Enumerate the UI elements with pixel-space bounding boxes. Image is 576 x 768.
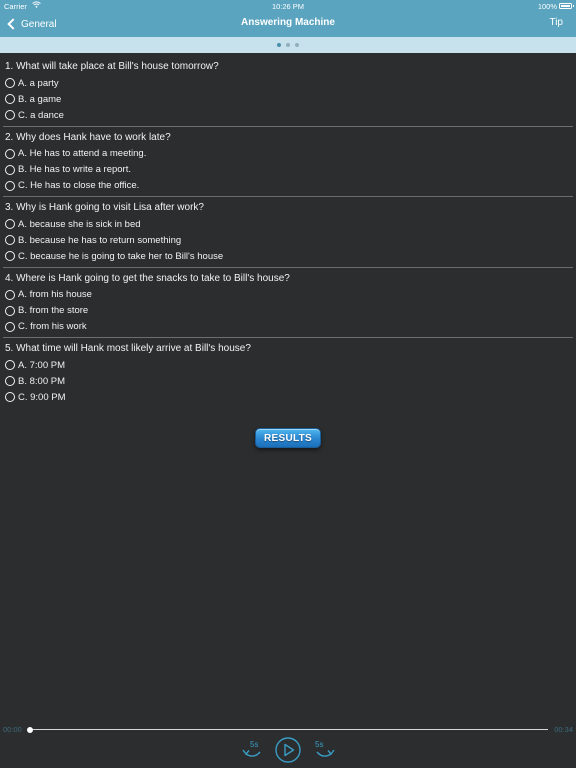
- answer-label: A. a party: [18, 77, 59, 89]
- page-dot[interactable]: [277, 43, 281, 47]
- answer-option[interactable]: C. from his work: [5, 319, 576, 335]
- answer-label: B. because he has to return something: [18, 234, 182, 246]
- rewind-5s-button[interactable]: 5s: [240, 738, 264, 760]
- answer-option[interactable]: B. because he has to return something: [5, 232, 576, 248]
- forward-5s-button[interactable]: 5s: [313, 738, 337, 760]
- radio-button-icon[interactable]: [5, 164, 15, 175]
- progress-track[interactable]: [29, 729, 548, 730]
- radio-button-icon[interactable]: [5, 251, 15, 261]
- rewind-icon: 5s: [242, 740, 261, 757]
- radio-button-icon[interactable]: [5, 289, 15, 300]
- radio-button-icon[interactable]: [5, 148, 15, 159]
- elapsed-time: 00:00: [3, 725, 22, 734]
- answer-label: C. He has to close the office.: [18, 180, 140, 191]
- answer-option[interactable]: B. a game: [5, 91, 576, 107]
- radio-button-icon[interactable]: [5, 235, 15, 245]
- answer-option[interactable]: B. from the store: [5, 303, 576, 319]
- question-4: 4. Where is Hank going to get the snacks…: [0, 270, 576, 341]
- radio-button-icon[interactable]: [5, 360, 15, 370]
- answer-label: A. because she is sick in bed: [18, 218, 141, 230]
- radio-button-icon[interactable]: [5, 78, 15, 88]
- answer-option[interactable]: C. because he is going to take her to Bi…: [5, 248, 576, 264]
- question-text: 2. Why does Hank have to work late?: [5, 131, 171, 143]
- answer-option[interactable]: C. a dance: [5, 107, 576, 123]
- navigation-bar: Carrier 10:26 PM 100% General Answering …: [0, 0, 576, 37]
- answer-option[interactable]: A. because she is sick in bed: [5, 216, 576, 232]
- tip-button[interactable]: Tip: [549, 17, 563, 28]
- answer-option[interactable]: A. 7:00 PM: [5, 357, 576, 373]
- radio-button-icon[interactable]: [5, 94, 15, 104]
- answer-label: C. 9:00 PM: [18, 391, 66, 403]
- forward-label: 5s: [315, 740, 323, 749]
- answer-option[interactable]: A. a party: [5, 75, 576, 91]
- radio-button-icon[interactable]: [5, 180, 15, 191]
- radio-button-icon[interactable]: [5, 376, 15, 386]
- radio-button-icon[interactable]: [5, 392, 15, 402]
- radio-button-icon[interactable]: [5, 110, 15, 120]
- answer-option[interactable]: C. 9:00 PM: [5, 389, 576, 405]
- question-2: 2. Why does Hank have to work late? A. H…: [0, 129, 576, 200]
- answer-label: A. from his house: [18, 289, 92, 300]
- status-bar: Carrier 10:26 PM 100%: [0, 0, 576, 12]
- answer-label: A. 7:00 PM: [18, 359, 65, 371]
- forward-icon: 5s: [315, 740, 335, 757]
- answer-option[interactable]: A. He has to attend a meeting.: [5, 146, 576, 162]
- radio-button-icon[interactable]: [5, 219, 15, 229]
- page-dot[interactable]: [286, 43, 290, 47]
- answer-label: C. because he is going to take her to Bi…: [18, 250, 224, 262]
- question-5: 5. What time will Hank most likely arriv…: [0, 340, 576, 411]
- answer-option[interactable]: C. He has to close the office.: [5, 178, 576, 194]
- page-dot[interactable]: [295, 43, 299, 47]
- answer-label: C. from his work: [18, 321, 87, 332]
- results-button[interactable]: RESULTS: [255, 428, 321, 448]
- question-text: 5. What time will Hank most likely arriv…: [5, 343, 251, 354]
- play-icon: [275, 737, 301, 763]
- question-text: 4. Where is Hank going to get the snacks…: [5, 272, 290, 284]
- answer-label: B. 8:00 PM: [18, 375, 65, 387]
- question-text: 1. What will take place at Bill's house …: [5, 61, 219, 72]
- page-title: Answering Machine: [241, 17, 335, 28]
- question-3: 3. Why is Hank going to visit Lisa after…: [0, 199, 576, 270]
- answer-option[interactable]: B. He has to write a report.: [5, 162, 576, 178]
- answer-label: C. a dance: [18, 109, 64, 121]
- question-1: 1. What will take place at Bill's house …: [0, 58, 576, 129]
- answer-option[interactable]: A. from his house: [5, 287, 576, 303]
- question-list: 1. What will take place at Bill's house …: [0, 58, 576, 411]
- answer-option[interactable]: B. 8:00 PM: [5, 373, 576, 389]
- total-time: 00:34: [554, 725, 573, 734]
- answer-label: B. from the store: [18, 305, 89, 316]
- battery-percentage: 100%: [537, 2, 557, 11]
- play-button[interactable]: [275, 737, 301, 763]
- question-text: 3. Why is Hank going to visit Lisa after…: [5, 202, 204, 213]
- clock: 10:26 PM: [271, 2, 305, 11]
- answer-label: B. a game: [18, 93, 62, 105]
- radio-button-icon[interactable]: [5, 305, 15, 316]
- battery-icon: [559, 2, 574, 9]
- radio-button-icon[interactable]: [5, 321, 15, 332]
- answer-label: B. He has to write a report.: [18, 164, 131, 175]
- page-indicator[interactable]: [0, 37, 576, 53]
- rewind-label: 5s: [250, 740, 258, 749]
- answer-label: A. He has to attend a meeting.: [18, 148, 147, 159]
- audio-player: 00:00 00:34 5s 5s: [0, 720, 576, 768]
- progress-thumb[interactable]: [27, 726, 33, 733]
